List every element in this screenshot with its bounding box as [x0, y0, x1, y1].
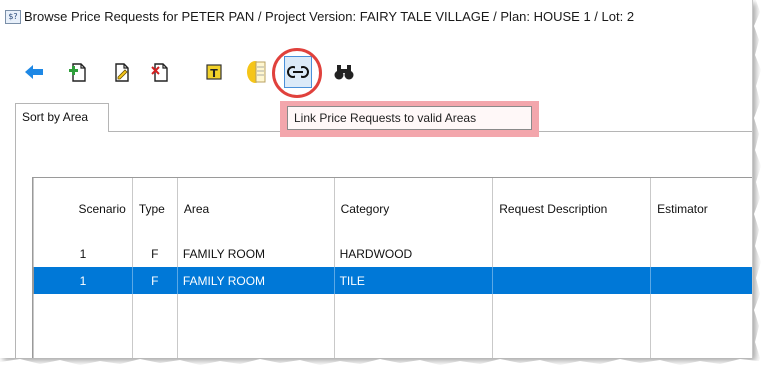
notes-button[interactable] — [242, 56, 270, 88]
cell-category: HARDWOOD — [334, 240, 494, 267]
column-header-estimator[interactable]: Estimator — [650, 178, 752, 240]
empty-grid-area — [33, 294, 752, 358]
torn-edge-right — [754, 0, 768, 370]
add-document-icon — [69, 63, 86, 82]
tab-sort-by-area[interactable]: Sort by Area — [15, 103, 109, 132]
cell-request-description — [492, 267, 652, 294]
back-arrow-icon — [25, 65, 43, 79]
edit-price-request-button[interactable] — [108, 56, 136, 88]
grid-header-row: Scenario Type Area Category Request Desc… — [33, 178, 752, 240]
table-row[interactable]: 1 F FAMILY ROOM HARDWOOD — [33, 240, 752, 267]
cell-type: F — [132, 267, 178, 294]
window-title: Browse Price Requests for PETER PAN / Pr… — [24, 9, 635, 24]
text-tool-button[interactable]: T — [200, 56, 228, 88]
back-button[interactable] — [20, 56, 48, 88]
cell-area: FAMILY ROOM — [177, 240, 335, 267]
app-window-icon: $? — [5, 10, 21, 24]
cell-area: FAMILY ROOM — [177, 267, 335, 294]
delete-price-request-button[interactable] — [146, 56, 174, 88]
title-bar: $? Browse Price Requests for PETER PAN /… — [0, 0, 752, 34]
column-header-scenario[interactable]: Scenario — [33, 178, 133, 240]
find-button[interactable] — [330, 56, 358, 88]
cell-scenario: 1 — [33, 240, 133, 267]
delete-document-icon — [151, 63, 168, 82]
cell-type: F — [132, 240, 178, 267]
column-header-category[interactable]: Category — [334, 178, 494, 240]
column-header-type[interactable]: Type — [132, 178, 178, 240]
cell-request-description — [492, 240, 652, 267]
browse-price-requests-window: $? Browse Price Requests for PETER PAN /… — [0, 0, 753, 358]
column-header-area[interactable]: Area — [177, 178, 335, 240]
column-header-request-description[interactable]: Request Description — [492, 178, 652, 240]
notes-icon — [247, 61, 266, 83]
price-requests-grid: Scenario Type Area Category Request Desc… — [32, 177, 752, 358]
edit-document-icon — [115, 63, 129, 82]
cell-estimator — [650, 267, 752, 294]
highlight-circle — [272, 48, 322, 98]
table-row-selected[interactable]: 1 F FAMILY ROOM TILE — [33, 267, 752, 294]
toolbar: T — [0, 56, 752, 90]
binoculars-icon — [334, 65, 354, 80]
text-tool-icon: T — [206, 64, 222, 80]
link-tooltip: Link Price Requests to valid Areas — [287, 106, 532, 130]
tooltip-highlight: Link Price Requests to valid Areas — [280, 101, 539, 137]
svg-text:T: T — [210, 67, 218, 80]
cell-estimator — [650, 240, 752, 267]
cell-category: TILE — [334, 267, 494, 294]
add-price-request-button[interactable] — [64, 56, 92, 88]
cell-scenario: 1 — [33, 267, 133, 294]
torn-edge-bottom — [0, 359, 768, 370]
